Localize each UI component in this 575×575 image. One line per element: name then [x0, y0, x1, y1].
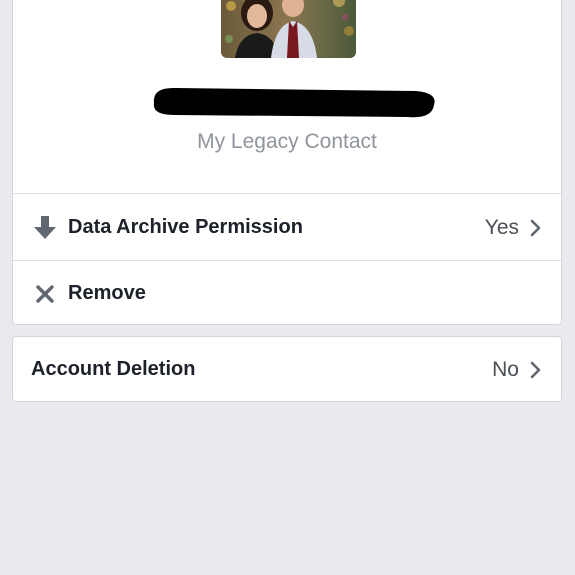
divider	[13, 193, 561, 194]
account-deletion-row[interactable]: Account Deletion No	[13, 337, 561, 402]
legacy-contact-subtitle: My Legacy Contact	[197, 130, 377, 153]
chevron-right-icon	[529, 337, 543, 402]
remove-label: Remove	[68, 282, 146, 304]
data-archive-permission-label: Data Archive Permission	[68, 216, 303, 238]
account-deletion-card: Account Deletion No	[12, 336, 562, 402]
contact-photo	[221, 0, 356, 58]
data-archive-permission-row[interactable]: Data Archive Permission Yes	[13, 195, 561, 260]
legacy-contact-card: My Legacy Contact Data Archive Permissio…	[12, 0, 562, 325]
data-archive-permission-value: Yes	[484, 215, 519, 239]
account-deletion-label: Account Deletion	[31, 358, 196, 380]
download-arrow-icon	[33, 195, 57, 260]
close-x-icon	[33, 261, 57, 326]
account-deletion-value: No	[492, 357, 519, 381]
remove-row[interactable]: Remove	[13, 261, 561, 326]
chevron-right-icon	[529, 195, 543, 260]
redacted-name	[153, 87, 435, 118]
